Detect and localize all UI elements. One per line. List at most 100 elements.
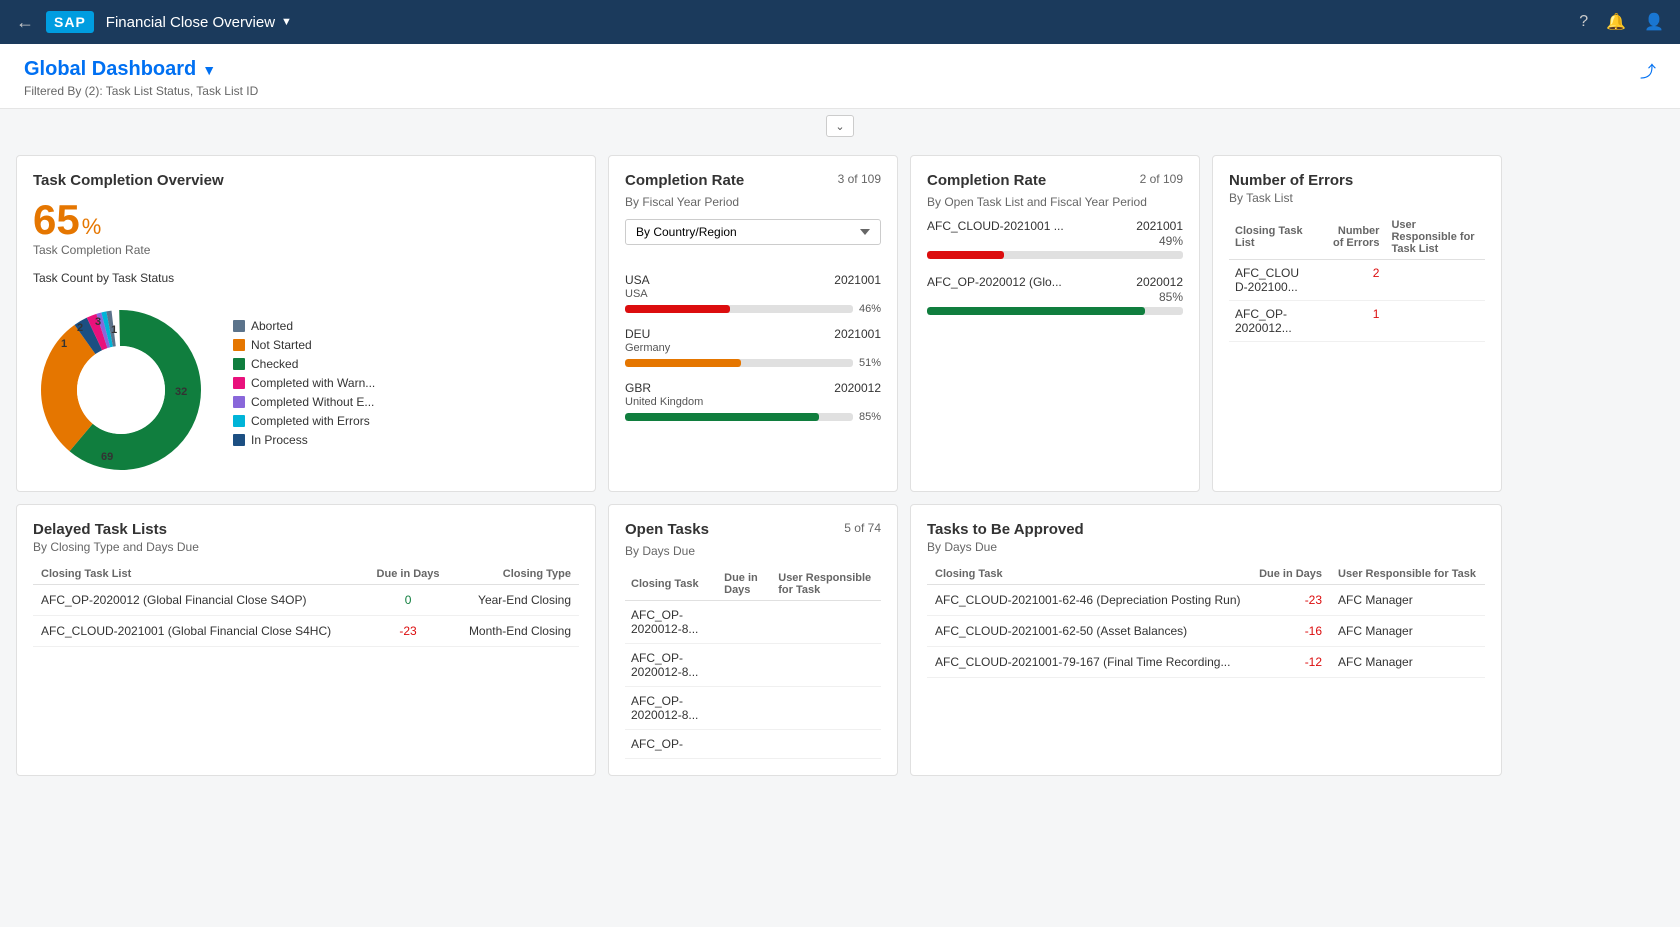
country-code-usa: USA: [625, 273, 650, 287]
errors-col-task: Closing Task List: [1229, 215, 1320, 260]
afc-op-pct: 85%: [1159, 290, 1183, 304]
afc-cloud-row: AFC_CLOUD-2021001 ... 2021001 49%: [927, 219, 1183, 259]
delayed-col-days: Due in Days: [365, 564, 451, 585]
afc-op-year: 2020012: [1136, 275, 1183, 289]
completion-rate-2-subtitle: By Open Task List and Fiscal Year Period: [927, 195, 1183, 209]
legend-aborted: Aborted: [251, 319, 293, 333]
country-code-gbr: GBR: [625, 381, 651, 395]
completion-rate-pct: %: [82, 214, 102, 240]
completion-rate-2-count: 2 of 109: [1140, 172, 1183, 186]
country-row-usa: USA 2021001 USA 46%: [625, 273, 881, 315]
page-title-text: Global Dashboard: [24, 58, 196, 81]
table-row: AFC_OP-2020012-8...: [625, 644, 881, 687]
completion-rate-fiscal-card: Completion Rate 3 of 109 By Fiscal Year …: [608, 155, 898, 492]
dashboard-dropdown-arrow[interactable]: ▼: [202, 62, 216, 78]
completion-rate-1-count: 3 of 109: [838, 172, 881, 186]
delayed-row-2: AFC_CLOUD-2021001 (Global Financial Clos…: [33, 616, 579, 647]
approval-days-1: -23: [1251, 585, 1330, 616]
open-days-4: [718, 730, 772, 759]
open-task-4: AFC_OP-: [625, 730, 718, 759]
completion-rate-label: Task Completion Rate: [33, 243, 579, 257]
back-button[interactable]: ←: [16, 12, 34, 33]
help-icon[interactable]: ?: [1579, 13, 1588, 31]
table-row: AFC_CLOUD-2021001-62-46 (Depreciation Po…: [927, 585, 1485, 616]
open-task-3: AFC_OP-2020012-8...: [625, 687, 718, 730]
approval-task-3: AFC_CLOUD-2021001-79-167 (Final Time Rec…: [927, 647, 1251, 678]
delayed-subtitle: By Closing Type and Days Due: [33, 540, 579, 554]
table-row: AFC_CLOUD-2021001-62-50 (Asset Balances)…: [927, 616, 1485, 647]
collapse-bar: ⌄: [0, 109, 1680, 143]
delayed-days-2: -23: [365, 616, 451, 647]
legend-not-started: Not Started: [251, 338, 312, 352]
errors-col-user: User Responsible for Task List: [1385, 215, 1485, 260]
nav-title-text: Financial Close Overview: [106, 14, 275, 31]
table-row: AFC_OP-2020012-8...: [625, 687, 881, 730]
table-row: AFC_CLOUD-2021001-79-167 (Final Time Rec…: [927, 647, 1485, 678]
approval-days-2: -16: [1251, 616, 1330, 647]
delayed-task-lists-card: Delayed Task Lists By Closing Type and D…: [16, 504, 596, 776]
legend-in-process: In Process: [251, 433, 308, 447]
legend-checked: Checked: [251, 357, 298, 371]
approval-col-task: Closing Task: [927, 564, 1251, 585]
export-button[interactable]: ⤴: [1640, 58, 1656, 82]
tasks-approved-card: Tasks to Be Approved By Days Due Closing…: [910, 504, 1502, 776]
donut-label-32: 32: [175, 386, 187, 398]
collapse-button[interactable]: ⌄: [826, 115, 854, 137]
open-tasks-subtitle: By Days Due: [625, 544, 881, 558]
errors-subtitle: By Task List: [1229, 191, 1485, 205]
approval-col-user: User Responsible for Task: [1330, 564, 1485, 585]
open-user-3: [772, 687, 881, 730]
errors-row-2: AFC_OP-2020012... 1: [1229, 301, 1485, 342]
task-completion-title: Task Completion Overview: [33, 172, 579, 189]
afc-cloud-id: AFC_CLOUD-2021001 ...: [927, 219, 1064, 233]
country-name-deu: Germany: [625, 342, 881, 354]
delayed-col-type: Closing Type: [451, 564, 579, 585]
afc-op-row: AFC_OP-2020012 (Glo... 2020012 85%: [927, 275, 1183, 315]
donut-label-2: 2: [77, 322, 83, 334]
open-task-2: AFC_OP-2020012-8...: [625, 644, 718, 687]
legend-completed-warn: Completed with Warn...: [251, 376, 375, 390]
donut-label-3: 3: [95, 316, 101, 328]
country-row-gbr: GBR 2020012 United Kingdom 85%: [625, 381, 881, 423]
afc-cloud-year: 2021001: [1136, 219, 1183, 233]
sap-logo: SAP: [46, 11, 94, 33]
errors-row-1: AFC_CLOU D-202100... 2: [1229, 260, 1485, 301]
open-tasks-table: Closing Task Due in Days User Responsibl…: [625, 568, 881, 759]
user-icon[interactable]: 👤: [1644, 12, 1664, 32]
country-name-usa: USA: [625, 288, 881, 300]
table-row: AFC_OP-2020012-8...: [625, 601, 881, 644]
delayed-table: Closing Task List Due in Days Closing Ty…: [33, 564, 579, 647]
afc-cloud-pct: 49%: [1159, 234, 1183, 248]
open-user-4: [772, 730, 881, 759]
tasks-approved-title: Tasks to Be Approved: [927, 521, 1485, 538]
bell-icon[interactable]: 🔔: [1606, 12, 1626, 32]
open-tasks-card: Open Tasks 5 of 74 By Days Due Closing T…: [608, 504, 898, 776]
errors-user-2: [1385, 301, 1485, 342]
errors-user-1: [1385, 260, 1485, 301]
delayed-type-1: Year-End Closing: [451, 585, 579, 616]
errors-col-errors: Number of Errors: [1320, 215, 1385, 260]
main-content: Task Completion Overview 65 % Task Compl…: [0, 143, 1680, 788]
approval-user-1: AFC Manager: [1330, 585, 1485, 616]
open-user-2: [772, 644, 881, 687]
completion-rate-value: 65: [33, 199, 80, 241]
top-navigation: ← SAP Financial Close Overview ▼ ? 🔔 👤: [0, 0, 1680, 44]
country-region-dropdown[interactable]: By Country/Region: [625, 219, 881, 245]
deu-pct: 51%: [859, 357, 881, 369]
number-of-errors-card: Number of Errors By Task List Closing Ta…: [1212, 155, 1502, 492]
open-task-1: AFC_OP-2020012-8...: [625, 601, 718, 644]
delayed-type-2: Month-End Closing: [451, 616, 579, 647]
errors-title: Number of Errors: [1229, 172, 1485, 189]
donut-label-69: 69: [101, 451, 113, 463]
nav-dropdown-arrow[interactable]: ▼: [281, 16, 292, 28]
delayed-days-1: 0: [365, 585, 451, 616]
donut-legend: Aborted Not Started Checked Completed wi…: [233, 319, 375, 452]
open-tasks-title: Open Tasks: [625, 521, 709, 538]
approval-user-3: AFC Manager: [1330, 647, 1485, 678]
tasks-approved-subtitle: By Days Due: [927, 540, 1485, 554]
approval-task-1: AFC_CLOUD-2021001-62-46 (Depreciation Po…: [927, 585, 1251, 616]
errors-count-2: 1: [1320, 301, 1385, 342]
country-year-usa: 2021001: [834, 273, 881, 287]
approval-user-2: AFC Manager: [1330, 616, 1485, 647]
afc-op-id: AFC_OP-2020012 (Glo...: [927, 275, 1062, 289]
